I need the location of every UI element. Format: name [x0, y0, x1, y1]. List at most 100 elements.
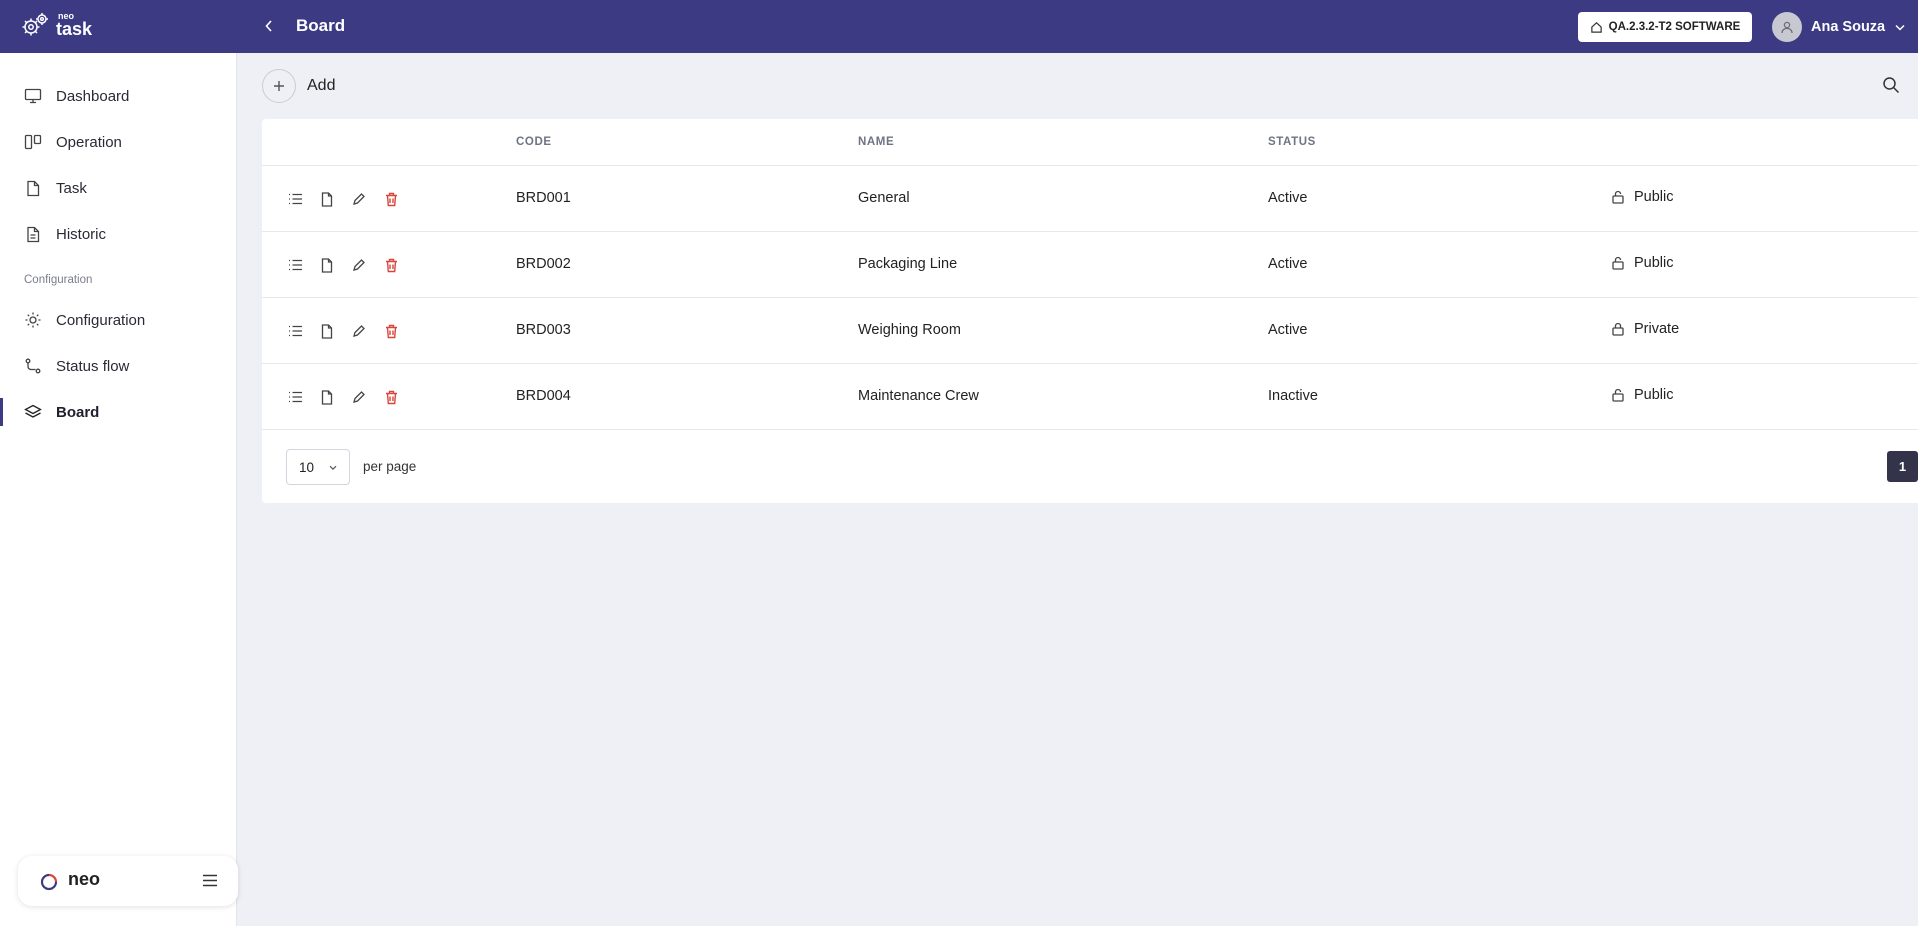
search-button[interactable]: [1882, 76, 1900, 98]
brand-logo[interactable]: neo task: [20, 10, 92, 40]
neo-footer-widget: neo: [18, 856, 238, 906]
list-button[interactable]: [286, 190, 304, 208]
view-button[interactable]: [318, 388, 336, 406]
add-label: Add: [307, 77, 336, 94]
top-bar: neo task Board QA.2.3.2-T2 SOFTWARE Ana …: [0, 0, 1918, 53]
columns-icon: [24, 133, 42, 151]
cell-code: BRD002: [516, 256, 571, 272]
cell-code: BRD004: [516, 388, 571, 404]
menu-icon: [203, 874, 217, 887]
sun-icon: [24, 311, 42, 329]
trash-icon: [385, 390, 397, 404]
user-icon: [1781, 21, 1793, 34]
cell-status: Active: [1268, 256, 1308, 272]
company-label: QA.2.3.2-T2 SOFTWARE: [1608, 21, 1741, 33]
sidebar-item-configuration[interactable]: Configuration: [0, 300, 237, 340]
home-icon: [1590, 21, 1602, 33]
table-row: BRD001 General Active Public: [262, 166, 1918, 232]
chevron-down-icon: [1895, 24, 1905, 31]
table-header: CODE NAME STATUS: [262, 119, 1918, 166]
view-button[interactable]: [318, 190, 336, 208]
pencil-icon: [353, 325, 365, 337]
unlock-icon: [1612, 388, 1624, 402]
page-button-current[interactable]: 1: [1887, 451, 1918, 482]
search-icon: [1883, 77, 1900, 94]
table-row: BRD004 Maintenance Crew Inactive Public: [262, 364, 1918, 430]
sidebar-item-dashboard[interactable]: Dashboard: [0, 76, 237, 116]
list-button[interactable]: [286, 322, 304, 340]
edit-button[interactable]: [350, 190, 368, 208]
delete-button[interactable]: [382, 388, 400, 406]
list-icon: [288, 259, 302, 271]
delete-button[interactable]: [382, 256, 400, 274]
column-header-name[interactable]: NAME: [858, 136, 894, 148]
sidebar-item-task[interactable]: Task: [0, 168, 237, 208]
visibility-label: Private: [1634, 321, 1680, 337]
unlock-icon: [1612, 256, 1624, 270]
pencil-icon: [353, 193, 365, 205]
file-icon: [321, 389, 333, 405]
add-button[interactable]: Add: [262, 69, 335, 103]
column-header-status[interactable]: STATUS: [1268, 136, 1316, 148]
sidebar-section-label: Configuration: [24, 274, 93, 286]
edit-button[interactable]: [350, 322, 368, 340]
visibility-label: Public: [1634, 387, 1674, 403]
list-icon: [288, 391, 302, 403]
list-icon: [288, 193, 302, 205]
trash-icon: [385, 324, 397, 338]
sidebar-item-label: Dashboard: [56, 87, 130, 105]
sidebar-item-label: Operation: [56, 133, 122, 151]
file-icon: [321, 191, 333, 207]
file-icon: [321, 323, 333, 339]
per-page-select[interactable]: 10: [286, 449, 350, 485]
delete-button[interactable]: [382, 322, 400, 340]
sidebar-item-label: Historic: [56, 225, 107, 243]
sidebar-item-operation[interactable]: Operation: [0, 122, 237, 162]
sidebar-item-label: Configuration: [56, 311, 146, 329]
cell-visibility: Public: [1612, 387, 1674, 403]
list-button[interactable]: [286, 256, 304, 274]
table-row: BRD002 Packaging Line Active Public: [262, 232, 1918, 298]
chevron-left-icon: [265, 20, 272, 32]
hamburger-menu-button[interactable]: [202, 874, 218, 891]
back-button[interactable]: [260, 15, 278, 37]
delete-button[interactable]: [382, 190, 400, 208]
file-icon: [321, 257, 333, 273]
visibility-label: Public: [1634, 189, 1674, 205]
per-page-label: per page: [363, 459, 417, 474]
neo-footer-brand: neo: [68, 869, 101, 889]
layers-icon: [24, 403, 42, 421]
sidebar-item-label: Task: [56, 179, 87, 197]
sidebar-item-historic[interactable]: Historic: [0, 214, 237, 254]
view-button[interactable]: [318, 256, 336, 274]
user-menu[interactable]: Ana Souza: [1772, 12, 1905, 42]
edit-button[interactable]: [350, 388, 368, 406]
view-button[interactable]: [318, 322, 336, 340]
cell-name: Packaging Line: [858, 256, 958, 272]
file-text-icon: [24, 225, 42, 243]
plus-icon: [274, 81, 284, 91]
column-header-code[interactable]: CODE: [516, 136, 552, 148]
sidebar-item-label: Board: [56, 403, 100, 421]
brand-name: task: [56, 19, 93, 39]
sidebar-item-board[interactable]: Board: [0, 392, 237, 432]
cell-visibility: Private: [1612, 321, 1679, 337]
page-title: Board: [296, 16, 346, 35]
edit-button[interactable]: [350, 256, 368, 274]
trash-icon: [385, 258, 397, 272]
sidebar: Dashboard Operation Task Historic Config…: [0, 53, 238, 926]
table-row: BRD003 Weighing Room Active Private: [262, 298, 1918, 364]
cell-status: Active: [1268, 190, 1308, 206]
trash-icon: [385, 192, 397, 206]
chevron-down-icon: [329, 465, 337, 471]
add-circle: [262, 69, 296, 103]
avatar: [1772, 12, 1802, 42]
list-button[interactable]: [286, 388, 304, 406]
user-name: Ana Souza: [1811, 19, 1886, 35]
monitor-icon: [24, 87, 42, 105]
cell-name: Maintenance Crew: [858, 388, 979, 404]
list-icon: [288, 325, 302, 337]
cell-visibility: Public: [1612, 255, 1674, 271]
company-selector-button[interactable]: QA.2.3.2-T2 SOFTWARE: [1578, 12, 1752, 42]
sidebar-item-status-flow[interactable]: Status flow: [0, 346, 237, 386]
